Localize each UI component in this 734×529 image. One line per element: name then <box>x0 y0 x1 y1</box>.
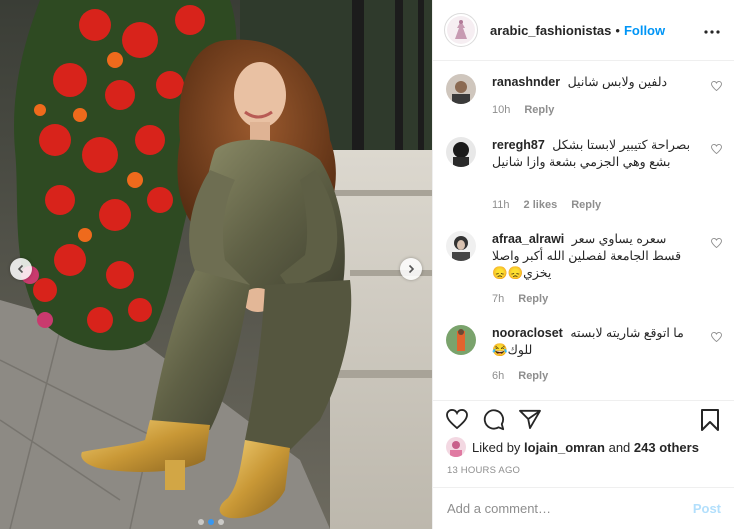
comment-likes[interactable]: 2 likes <box>524 199 558 211</box>
share-button[interactable] <box>519 409 541 434</box>
reply-button[interactable]: Reply <box>571 199 601 211</box>
liked-by: Liked by lojain_omran and 243 others <box>446 437 699 457</box>
heart-icon <box>711 80 722 92</box>
like-comment-button[interactable] <box>711 141 722 159</box>
reply-button[interactable]: Reply <box>524 104 554 116</box>
carousel-dot <box>198 519 204 525</box>
post-comment-button[interactable]: Post <box>693 501 721 516</box>
liked-by-conjunction: and <box>608 439 631 455</box>
comment-input[interactable] <box>447 501 693 516</box>
like-comment-button[interactable] <box>711 78 722 96</box>
follow-button[interactable]: Follow <box>624 23 665 38</box>
post-actions-bar <box>433 400 734 436</box>
likes-count[interactable]: 243 others <box>634 440 699 455</box>
carousel-dot <box>218 519 224 525</box>
comment-username[interactable]: nooracloset <box>492 326 563 340</box>
like-comment-button[interactable] <box>711 235 722 253</box>
heart-icon <box>711 331 722 343</box>
carousel-dots <box>198 519 224 525</box>
chevron-left-icon <box>17 264 24 274</box>
save-button[interactable] <box>700 409 720 436</box>
comment-meta: 6h Reply <box>492 370 548 382</box>
more-horizontal-icon <box>704 30 720 34</box>
carousel-prev-button[interactable] <box>10 258 32 280</box>
instagram-post: arabic_fashionistas • Follow ranashnder <box>0 0 734 529</box>
paper-plane-icon <box>519 409 541 429</box>
comment-bubble-icon <box>483 409 505 431</box>
add-comment-bar: Post <box>433 487 734 529</box>
account-avatar[interactable] <box>444 13 478 47</box>
comment-username[interactable]: reregh87 <box>492 138 545 152</box>
commenter-avatar[interactable] <box>446 325 476 355</box>
post-timestamp[interactable]: 13 HOURS AGO <box>447 465 520 476</box>
comment-age[interactable]: 6h <box>492 370 504 382</box>
bookmark-icon <box>701 409 719 431</box>
comment-meta: 11h 2 likes Reply <box>492 199 601 211</box>
liked-by-prefix: Liked by <box>472 439 521 455</box>
post-header: arabic_fashionistas • Follow <box>433 0 734 61</box>
account-username[interactable]: arabic_fashionistas <box>490 23 611 38</box>
like-comment-button[interactable] <box>711 329 722 347</box>
carousel-dot-active <box>208 519 214 525</box>
commenter-avatar[interactable] <box>446 231 476 261</box>
comments-list: ranashnder دلفين ولابس شانيل 10h Reply r… <box>433 61 734 399</box>
comment-meta: 7h Reply <box>492 293 548 305</box>
comment-button[interactable] <box>483 409 505 436</box>
separator-dot: • <box>615 22 620 38</box>
reply-button[interactable]: Reply <box>518 293 548 305</box>
comment-age[interactable]: 7h <box>492 293 504 305</box>
heart-icon <box>711 237 722 249</box>
comment-meta: 10h Reply <box>492 104 554 116</box>
liker-username[interactable]: lojain_omran <box>524 440 605 455</box>
heart-icon <box>446 408 468 430</box>
comment-text: دلفين ولابس شانيل <box>567 75 668 89</box>
commenter-avatar[interactable] <box>446 137 476 167</box>
chevron-right-icon <box>408 264 415 274</box>
like-button[interactable] <box>446 408 468 434</box>
fashion-logo-icon <box>455 20 467 39</box>
liker-avatar[interactable] <box>446 437 466 457</box>
post-image <box>0 0 432 529</box>
carousel-next-button[interactable] <box>400 258 422 280</box>
more-options-button[interactable] <box>704 21 720 39</box>
post-panel: arabic_fashionistas • Follow ranashnder <box>432 0 734 529</box>
comment-username[interactable]: ranashnder <box>492 75 560 89</box>
commenter-avatar[interactable] <box>446 74 476 104</box>
reply-button[interactable]: Reply <box>518 370 548 382</box>
comment-age[interactable]: 10h <box>492 104 510 116</box>
comment-age[interactable]: 11h <box>492 199 510 211</box>
post-photo[interactable] <box>0 0 432 529</box>
heart-icon <box>711 143 722 155</box>
comment-username[interactable]: afraa_alrawi <box>492 232 564 246</box>
